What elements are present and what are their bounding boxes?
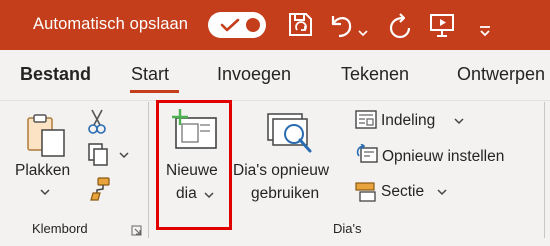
section-button[interactable]: Sectie bbox=[381, 183, 424, 201]
autosave-toggle[interactable] bbox=[208, 12, 266, 38]
customize-qat-icon[interactable] bbox=[478, 16, 492, 46]
reset-slide-icon[interactable] bbox=[355, 144, 379, 166]
highlight-box bbox=[156, 100, 232, 230]
tab-start[interactable]: Start bbox=[131, 64, 169, 85]
layout-icon[interactable] bbox=[355, 110, 377, 130]
ribbon-tabs: Bestand Start Invoegen Tekenen Ontwerpen bbox=[0, 50, 550, 100]
copy-chevron-down-icon[interactable] bbox=[119, 151, 129, 159]
paste-chevron-down-icon[interactable] bbox=[40, 188, 50, 196]
save-sync-icon[interactable] bbox=[286, 10, 316, 40]
active-tab-indicator bbox=[130, 90, 179, 93]
autosave-label: Automatisch opslaan bbox=[33, 15, 189, 33]
copy-icon[interactable] bbox=[86, 142, 110, 168]
undo-dropdown-chevron-icon[interactable] bbox=[358, 18, 368, 48]
checkmark-icon bbox=[220, 18, 240, 32]
format-painter-icon[interactable] bbox=[88, 176, 112, 202]
section-icon[interactable] bbox=[355, 181, 377, 203]
cut-scissors-icon[interactable] bbox=[86, 108, 108, 136]
reuse-slides-button-line1[interactable]: Dia's opnieuw bbox=[233, 162, 329, 180]
tab-tekenen[interactable]: Tekenen bbox=[341, 64, 409, 85]
title-bar: Automatisch opslaan bbox=[0, 0, 550, 50]
group-divider bbox=[148, 102, 149, 238]
clipboard-group-label: Klembord bbox=[32, 221, 88, 236]
tab-ontwerpen[interactable]: Ontwerpen bbox=[457, 64, 545, 85]
redo-icon[interactable] bbox=[386, 10, 414, 40]
toggle-knob bbox=[246, 18, 260, 32]
dialog-launcher-icon[interactable] bbox=[131, 225, 142, 236]
section-chevron-down-icon[interactable] bbox=[437, 188, 447, 196]
tab-bestand[interactable]: Bestand bbox=[20, 64, 91, 85]
paste-clipboard-icon[interactable] bbox=[22, 112, 70, 160]
undo-icon[interactable] bbox=[327, 10, 355, 40]
group-divider bbox=[544, 102, 545, 238]
layout-chevron-down-icon[interactable] bbox=[454, 117, 464, 125]
layout-button[interactable]: Indeling bbox=[381, 112, 435, 130]
reset-button[interactable]: Opnieuw instellen bbox=[382, 148, 504, 166]
reuse-slides-icon[interactable] bbox=[264, 110, 316, 156]
tab-invoegen[interactable]: Invoegen bbox=[217, 64, 291, 85]
present-icon[interactable] bbox=[428, 10, 456, 40]
slides-group-label: Dia's bbox=[333, 221, 362, 236]
paste-button[interactable]: Plakken bbox=[15, 162, 70, 180]
reuse-slides-button-line2[interactable]: gebruiken bbox=[251, 185, 319, 203]
